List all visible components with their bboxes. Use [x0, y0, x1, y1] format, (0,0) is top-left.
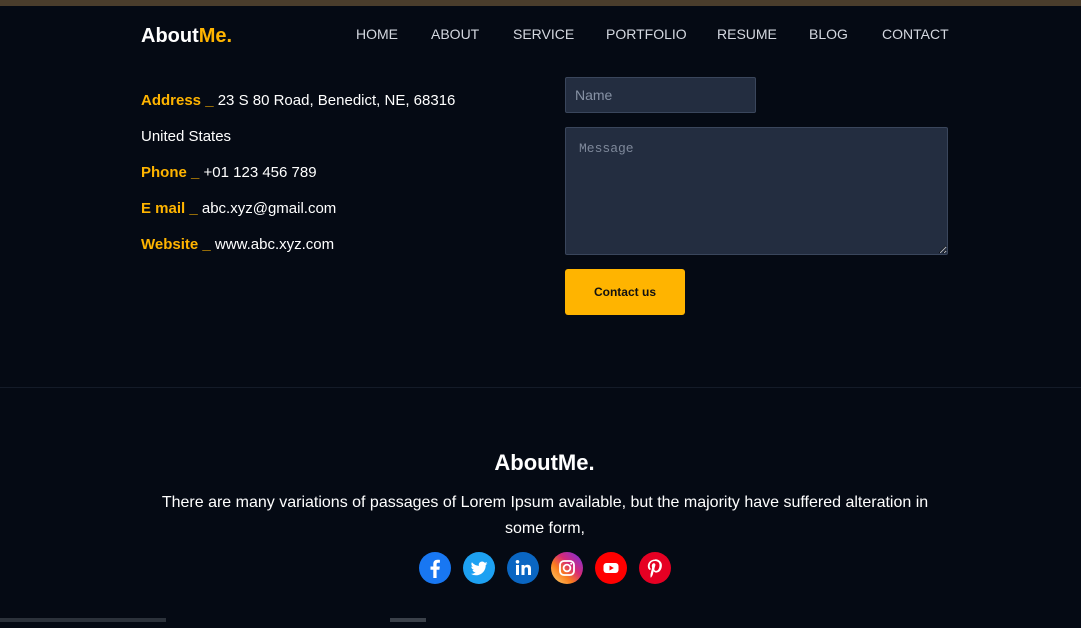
- nav-home[interactable]: HOME: [356, 26, 398, 42]
- youtube-icon[interactable]: [595, 552, 627, 584]
- page: AboutMe. HOME ABOUT SERVICE PORTFOLIO RE…: [0, 6, 1081, 628]
- linkedin-icon[interactable]: [507, 552, 539, 584]
- nav-resume[interactable]: RESUME: [717, 26, 777, 42]
- twitter-icon[interactable]: [463, 552, 495, 584]
- address-row: Address _ 23 S 80 Road, Benedict, NE, 68…: [141, 92, 455, 110]
- phone-value: +01 123 456 789: [203, 164, 317, 181]
- section-divider: [0, 387, 1081, 388]
- nav-service[interactable]: SERVICE: [513, 26, 574, 42]
- country-value: United States: [141, 128, 232, 145]
- logo-main-text: About: [141, 25, 199, 47]
- footer-title: AboutMe.: [494, 450, 595, 475]
- address-label: Address _: [141, 92, 214, 109]
- pinterest-icon[interactable]: [639, 552, 671, 584]
- logo-accent-text: Me.: [198, 25, 233, 47]
- country-row: United States: [141, 128, 231, 146]
- nav-portfolio[interactable]: PORTFOLIO: [606, 26, 687, 42]
- nav-contact[interactable]: CONTACT: [882, 26, 949, 42]
- email-label: E mail _: [141, 200, 198, 217]
- footer-description: There are many variations of passages of…: [161, 494, 929, 537]
- instagram-icon[interactable]: [551, 552, 583, 584]
- address-value: 23 S 80 Road, Benedict, NE, 68316: [217, 92, 456, 109]
- scrollbar-segment: [0, 618, 166, 622]
- contact-us-button[interactable]: Contact us: [565, 269, 685, 315]
- website-label: Website _: [141, 236, 211, 253]
- facebook-icon[interactable]: [419, 552, 451, 584]
- nav-about[interactable]: ABOUT: [431, 26, 479, 42]
- scrollbar-thumb[interactable]: [390, 618, 426, 622]
- site-logo[interactable]: AboutMe.: [141, 25, 232, 48]
- nav-blog[interactable]: BLOG: [809, 26, 848, 42]
- name-input[interactable]: [565, 77, 756, 113]
- email-value: abc.xyz@gmail.com: [201, 200, 337, 217]
- email-row: E mail _ abc.xyz@gmail.com: [141, 200, 336, 218]
- phone-label: Phone _: [141, 164, 200, 181]
- phone-row: Phone _ +01 123 456 789: [141, 164, 317, 182]
- message-input[interactable]: [565, 127, 948, 255]
- website-row: Website _ www.abc.xyz.com: [141, 236, 334, 254]
- website-value: www.abc.xyz.com: [214, 236, 335, 253]
